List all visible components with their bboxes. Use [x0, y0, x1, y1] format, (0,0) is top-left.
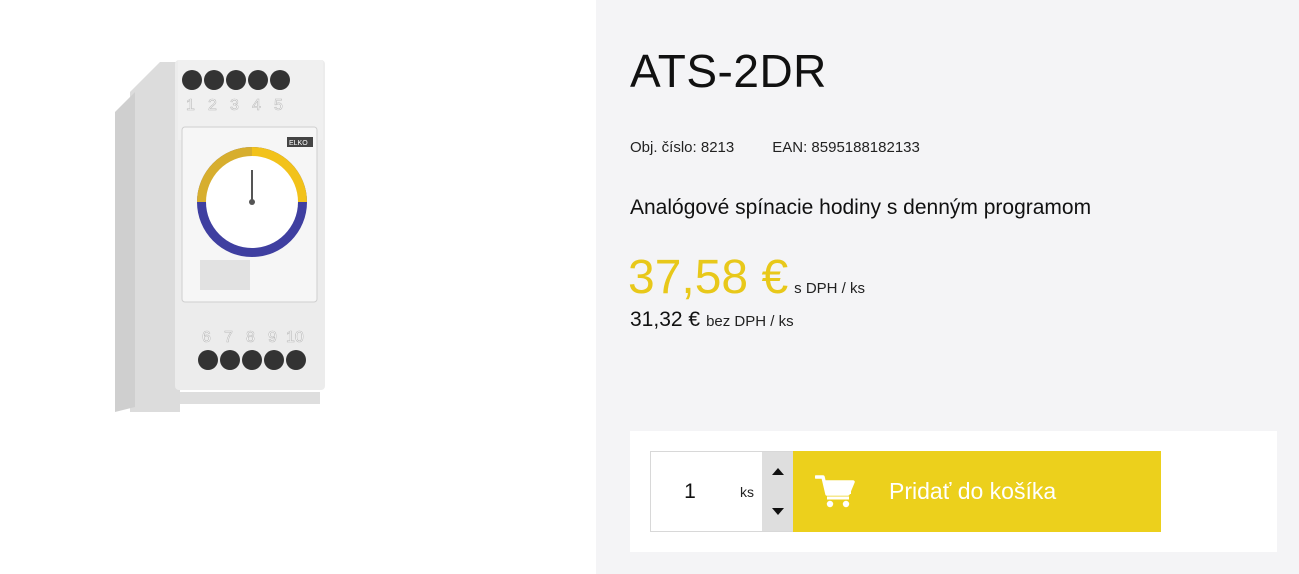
terminal-label: 7	[224, 329, 233, 346]
price-with-vat-value: 37,58 €	[628, 251, 789, 304]
quantity-stepper: ks	[650, 451, 793, 532]
quantity-unit: ks	[740, 484, 754, 500]
terminal-label: 2	[208, 97, 217, 114]
brand-label: ELKO	[289, 140, 308, 147]
product-image-area: 1 2 3 4 5 ELKO 6 7 8 9 10	[0, 0, 596, 574]
ean-code: EAN: 8595188182133	[772, 139, 920, 156]
price-without-vat-value: 31,32 €	[630, 308, 701, 331]
product-codes: Obj. číslo: 8213 EAN: 8595188182133	[630, 139, 920, 156]
caret-up-icon	[771, 468, 784, 475]
product-image[interactable]: 1 2 3 4 5 ELKO 6 7 8 9 10	[100, 52, 340, 422]
terminal-label: 6	[202, 329, 211, 346]
terminal-label: 3	[230, 97, 239, 114]
terminal-label: 9	[268, 329, 277, 346]
price-with-vat: 37,58 € s DPH / ks	[628, 250, 865, 305]
quantity-decrease-button[interactable]	[762, 492, 793, 531]
terminal-label: 8	[246, 329, 255, 346]
terminal-label: 5	[274, 97, 283, 114]
shopping-cart-icon	[815, 475, 855, 508]
stepper-buttons	[762, 452, 793, 531]
product-title: ATS-2DR	[630, 45, 827, 97]
price-without-vat: 31,32 € bez DPH / ks	[630, 308, 794, 332]
product-info-panel: ATS-2DR Obj. číslo: 8213 EAN: 8595188182…	[596, 0, 1299, 574]
quantity-increase-button[interactable]	[762, 452, 793, 491]
caret-down-icon	[771, 508, 784, 515]
add-to-cart-label: Pridať do košíka	[889, 478, 1057, 504]
product-description: Analógové spínacie hodiny s denným progr…	[630, 196, 1092, 219]
terminal-label: 1	[186, 97, 195, 114]
order-number: Obj. číslo: 8213	[630, 139, 735, 156]
terminal-label: 10	[286, 329, 304, 346]
terminal-label: 4	[252, 97, 261, 114]
price-with-vat-unit: s DPH / ks	[794, 280, 865, 297]
add-to-cart-box: ks Pridať do košíka	[630, 431, 1277, 552]
add-to-cart-button[interactable]: Pridať do košíka	[793, 451, 1161, 532]
price-without-vat-unit: bez DPH / ks	[706, 313, 794, 330]
